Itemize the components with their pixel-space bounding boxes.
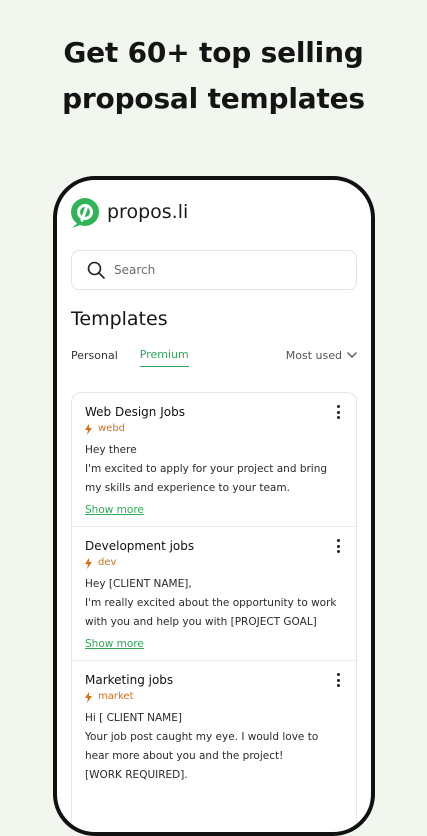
app-header: propos.li: [71, 198, 188, 226]
tab-personal[interactable]: Personal: [71, 349, 118, 367]
template-list: Web Design Jobs webd Hey there I'm excit…: [71, 392, 357, 832]
template-title: Web Design Jobs: [85, 405, 185, 419]
template-card[interactable]: Web Design Jobs webd Hey there I'm excit…: [72, 393, 356, 527]
search-icon: [87, 261, 105, 279]
search-input[interactable]: [114, 263, 334, 277]
template-tag-label: webd: [98, 423, 126, 434]
brand-name: propos.li: [107, 201, 189, 223]
lightning-icon: [85, 691, 92, 703]
more-options-icon[interactable]: [334, 405, 342, 419]
template-title: Development jobs: [85, 539, 195, 553]
promo-headline: Get 60+ top selling proposal templates: [0, 30, 427, 122]
sort-dropdown[interactable]: Most used: [286, 349, 357, 367]
template-preview: Hey [CLIENT NAME], I'm really excited ab…: [85, 578, 337, 628]
template-tag: market: [85, 690, 343, 704]
template-tag-label: dev: [98, 557, 117, 568]
promo-headline-line2: proposal templates: [62, 82, 365, 115]
template-card[interactable]: Marketing jobs market Hi [ CLIENT NAME] …: [72, 661, 356, 785]
show-more-link[interactable]: Show more: [85, 638, 144, 650]
template-tag-label: market: [98, 691, 134, 702]
template-tag: webd: [85, 422, 343, 436]
lightning-icon: [85, 423, 92, 435]
sort-label: Most used: [285, 348, 342, 362]
template-tabs: Personal Premium Most used: [71, 348, 357, 367]
propos-logo-icon: [71, 198, 99, 226]
tab-premium[interactable]: Premium: [139, 348, 189, 367]
show-more-link[interactable]: Show more: [85, 504, 144, 516]
template-preview: Hey there I'm excited to apply for your …: [85, 444, 328, 494]
more-options-icon[interactable]: [334, 673, 342, 687]
template-preview: Hi [ CLIENT NAME] Your job post caught m…: [85, 712, 319, 781]
template-card[interactable]: Development jobs dev Hey [CLIENT NAME], …: [72, 527, 356, 661]
chevron-down-icon: [347, 351, 357, 358]
more-options-icon[interactable]: [334, 539, 342, 553]
template-tag: dev: [85, 556, 343, 570]
template-title: Marketing jobs: [85, 673, 174, 687]
search-bar[interactable]: [71, 250, 357, 290]
promo-headline-line1: Get 60+ top selling: [63, 36, 364, 69]
phone-frame: propos.li Templates Personal Premium Mos…: [53, 176, 375, 836]
lightning-icon: [85, 557, 92, 569]
page-title: Templates: [71, 308, 168, 330]
